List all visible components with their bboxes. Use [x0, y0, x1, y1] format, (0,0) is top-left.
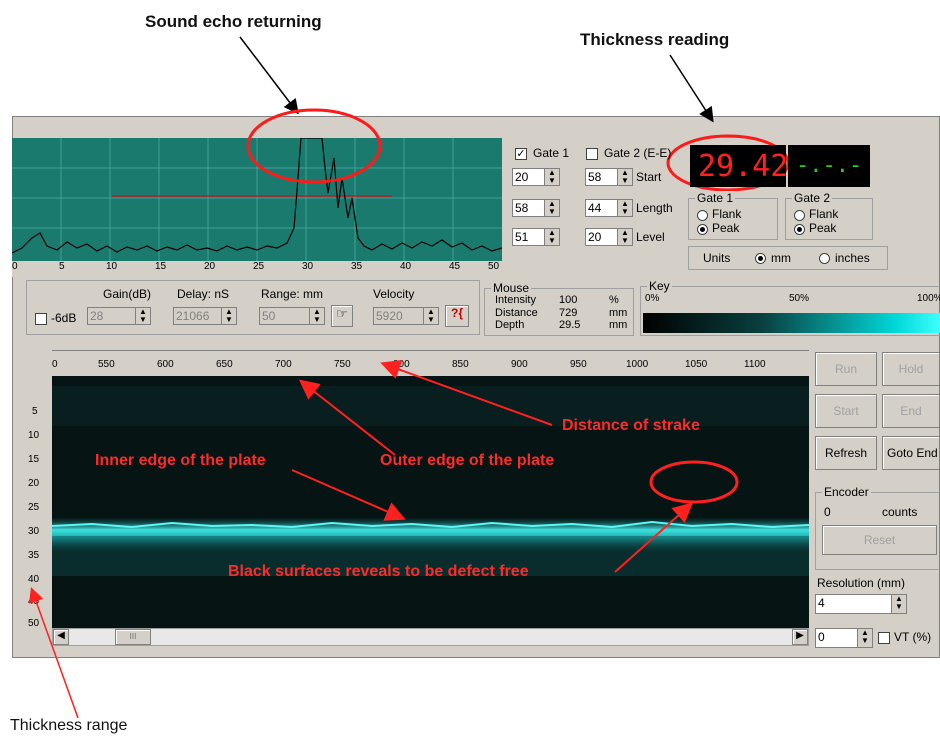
outer-edge-arrow — [298, 379, 396, 456]
inner-edge-arrow — [291, 469, 406, 521]
black-surfaces-arrow — [614, 502, 693, 573]
annotation-distance-of-strake: Distance of strake — [562, 417, 700, 434]
annotation-outer-edge: Outer edge of the plate — [380, 452, 555, 469]
thickness-range-arrow — [29, 587, 79, 719]
annotation-inner-edge: Inner edge of the plate — [95, 452, 266, 469]
annotation-black-surfaces: Black surfaces reveals to be defect free — [228, 563, 529, 580]
annotation-thickness-range: Thickness range — [10, 717, 128, 734]
b-scan-annotation-overlay — [29, 360, 739, 719]
distance-of-strake-arrow — [380, 360, 553, 426]
defect-free-highlight-ellipse — [649, 460, 739, 504]
